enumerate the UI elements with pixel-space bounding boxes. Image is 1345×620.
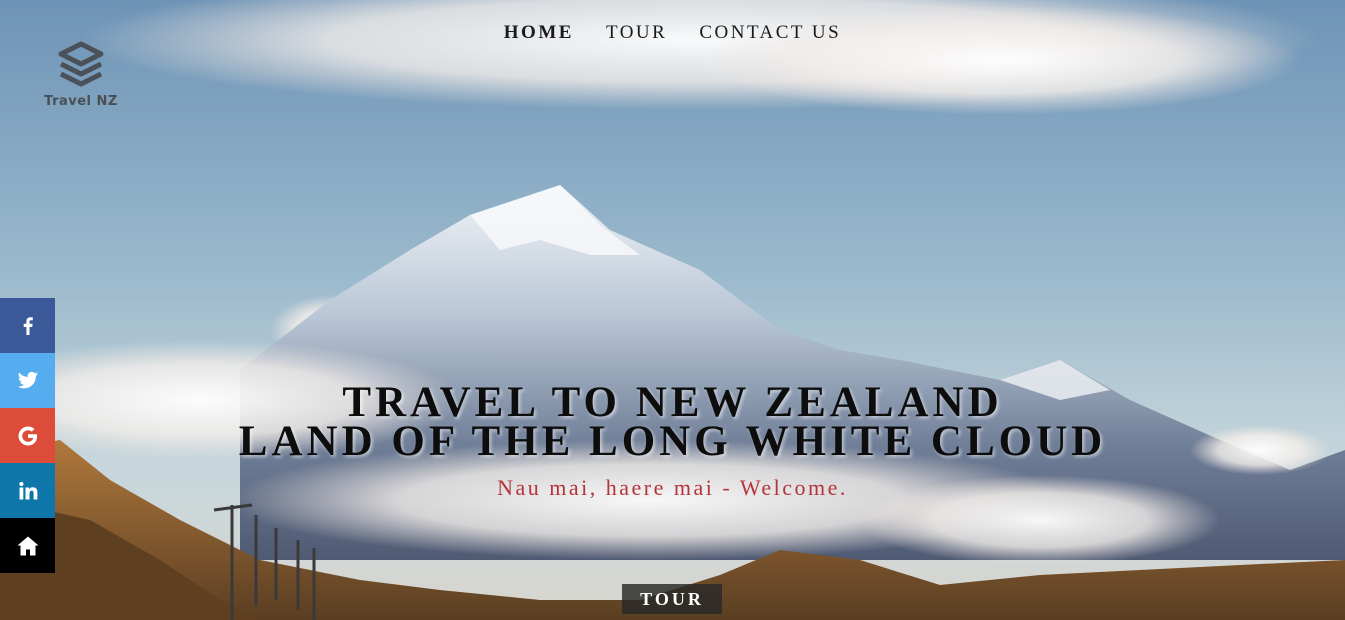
nav-tour-link[interactable]: TOUR — [606, 22, 667, 44]
facebook-button[interactable] — [0, 298, 55, 353]
tour-button[interactable]: TOUR — [622, 584, 722, 614]
hero-subtitle: Nau mai, haere mai - Welcome. — [497, 475, 848, 500]
hero-title: TRAVEL TO NEW ZEALAND LAND OF THE LONG W… — [0, 381, 1345, 463]
mountain-background-image — [0, 0, 1345, 620]
nav-home-link[interactable]: HOME — [504, 22, 574, 44]
stacked-cube-logo-icon — [58, 41, 104, 87]
nav-contact-link[interactable]: CONTACT US — [699, 22, 841, 44]
facebook-icon — [23, 316, 33, 335]
main-nav: HOME TOUR CONTACT US — [0, 22, 1345, 44]
hero-section: Travel NZ HOME TOUR CONTACT US TRAVEL TO… — [0, 0, 1345, 620]
brand-name: Travel NZ — [44, 94, 118, 109]
home-button[interactable] — [0, 518, 55, 573]
brand-logo[interactable]: Travel NZ — [38, 40, 124, 109]
hero-headline: TRAVEL TO NEW ZEALAND LAND OF THE LONG W… — [0, 381, 1345, 501]
home-icon — [17, 536, 38, 555]
hero-title-line-2: LAND OF THE LONG WHITE CLOUD — [238, 418, 1107, 465]
